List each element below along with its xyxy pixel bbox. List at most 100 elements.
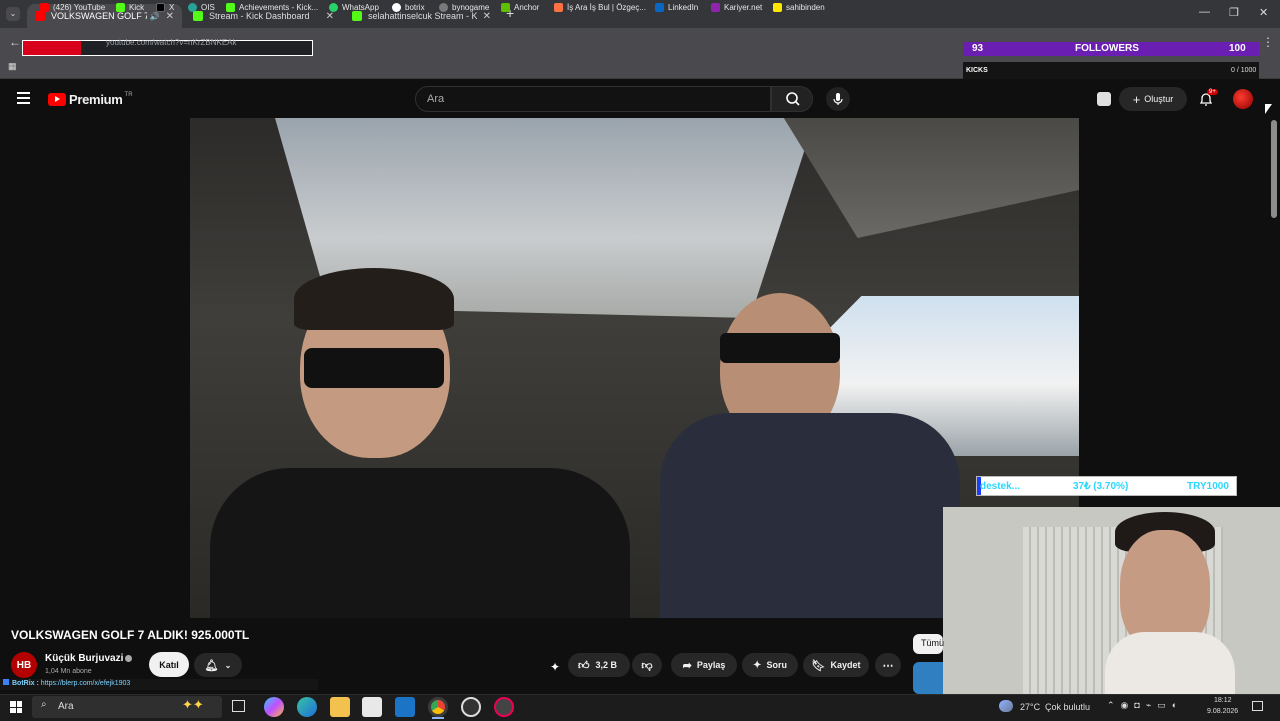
bookmark-linkedin[interactable]: LinkedIn xyxy=(655,3,698,12)
browser-menu-icon[interactable]: ⋮ xyxy=(1262,35,1274,49)
weather-icon xyxy=(999,700,1013,712)
bookmark-ois[interactable]: OIS xyxy=(188,3,215,12)
kick-icon xyxy=(352,11,362,21)
back-icon[interactable]: ← xyxy=(9,35,21,49)
bookmark-is-ara[interactable]: İş Ara İş Bul | Özgeç... xyxy=(554,3,646,12)
followers-label: FOLLOWERS xyxy=(1075,43,1139,54)
recommended-thumbnail[interactable] xyxy=(913,662,943,694)
botrix-icon xyxy=(392,3,401,12)
share-label: Paylaş xyxy=(696,660,726,670)
minimize-icon[interactable]: — xyxy=(1199,6,1210,18)
ai-sparkle-icon[interactable]: ✦ xyxy=(550,660,560,674)
notification-badge: 9+ xyxy=(1207,89,1218,95)
app-icon[interactable] xyxy=(494,697,514,717)
microphone-icon xyxy=(833,93,843,105)
restore-icon[interactable]: ❐ xyxy=(1229,6,1239,19)
voice-search-button[interactable] xyxy=(826,87,850,111)
copilot-icon[interactable] xyxy=(264,697,284,717)
bookmark-label: OIS xyxy=(201,3,215,12)
create-button[interactable]: + Oluştur xyxy=(1119,87,1187,111)
bookmark-label: Kariyer.net xyxy=(724,3,763,12)
close-window-icon[interactable]: ✕ xyxy=(1259,6,1268,19)
youtube-logo[interactable]: Premium TR xyxy=(48,92,133,107)
notifications-button[interactable]: 9+ xyxy=(1197,89,1218,108)
thumbs-up-icon: 👍︎ xyxy=(578,659,590,672)
webcam-feed xyxy=(943,507,1280,700)
subscription-bell-button[interactable]: 🔔︎ ⌄ xyxy=(194,653,242,677)
donation-percentage: 37₺ (3.70%) xyxy=(1073,481,1129,492)
bookmark-label: Achievements - Kick... xyxy=(239,3,319,12)
bell-icon: 🔔︎ xyxy=(204,659,219,672)
share-icon: ➦ xyxy=(682,659,692,672)
store-icon[interactable] xyxy=(362,697,382,717)
bookmark-sahibinden[interactable]: sahibinden xyxy=(773,3,825,12)
file-explorer-icon[interactable] xyxy=(330,697,350,717)
bookmark-kick[interactable]: Kick xyxy=(116,3,144,12)
more-actions-button[interactable]: ⋯ xyxy=(875,653,901,677)
address-url: youtube.com/watch?v=nKrZBNKEAk xyxy=(106,38,237,47)
person-left xyxy=(190,268,670,618)
sahibinden-icon xyxy=(773,3,782,12)
weather-description[interactable]: Çok bulutlu xyxy=(1045,702,1090,712)
search-icon: ⌕ xyxy=(41,699,47,710)
edge-icon[interactable] xyxy=(297,697,317,717)
save-button[interactable]: 🔖︎ Kaydet xyxy=(803,653,869,677)
bookmark-x[interactable]: X xyxy=(156,3,174,12)
bookmark-kariyer[interactable]: Kariyer.net xyxy=(711,3,762,12)
x-icon xyxy=(156,3,165,12)
ozgec-icon xyxy=(554,3,563,12)
close-tab-icon[interactable]: ✕ xyxy=(483,11,491,22)
close-tab-icon[interactable]: ✕ xyxy=(326,11,334,22)
ask-button[interactable]: ✦ Soru xyxy=(742,653,798,677)
botrix-link[interactable]: https://blerp.com/x/efejk1903 xyxy=(41,680,131,687)
hamburger-menu-icon[interactable] xyxy=(17,92,30,104)
taskbar-search-input[interactable]: ⌕ Ara ✦✦ xyxy=(32,696,222,718)
clock-date[interactable]: 9.08.2026 xyxy=(1207,708,1238,715)
close-tab-icon[interactable]: ✕ xyxy=(166,11,174,22)
obs-icon[interactable] xyxy=(461,697,481,717)
windows-start-icon[interactable] xyxy=(10,701,22,713)
like-button[interactable]: 👍︎ 3,2 B xyxy=(568,653,630,677)
bookmark-label: Kick xyxy=(129,3,145,12)
subscriber-count: 1,04 Mn abone xyxy=(45,668,92,675)
address-bar[interactable]: youtube.com/watch?v=nKrZBNKEAk xyxy=(22,38,313,56)
system-tray-icons[interactable]: ⌃◉◘⌁▭◐ xyxy=(1107,700,1183,711)
create-label: Oluştur xyxy=(1144,94,1174,104)
apps-icon[interactable]: ▦ xyxy=(8,61,17,72)
bookmark-label: WhatsApp xyxy=(342,3,379,12)
search-button[interactable] xyxy=(771,86,813,112)
bookmark-achievements[interactable]: Achievements - Kick... xyxy=(226,3,318,12)
filter-chip-all[interactable]: Tümü xyxy=(913,634,944,654)
tab-search-button[interactable]: ⌄ xyxy=(6,7,20,21)
join-button[interactable]: Katıl xyxy=(149,652,189,677)
search-input[interactable]: Ara xyxy=(415,86,771,112)
like-count: 3,2 B xyxy=(595,660,618,670)
bookmark-label: Anchor xyxy=(514,3,540,12)
weather-temperature[interactable]: 27°C xyxy=(1020,702,1040,712)
bookmark-bynogame[interactable]: bynogame xyxy=(439,3,489,12)
bookmark-anchor[interactable]: Anchor xyxy=(501,3,539,12)
cast-ai-icon[interactable] xyxy=(1097,92,1111,106)
bynogame-icon xyxy=(439,3,448,12)
avatar[interactable] xyxy=(1233,89,1253,109)
channel-name[interactable]: Küçük Burjuvazi xyxy=(45,653,123,664)
redaction-block xyxy=(23,41,81,55)
bookmark-whatsapp[interactable]: WhatsApp xyxy=(329,3,379,12)
share-button[interactable]: ➦ Paylaş xyxy=(671,653,737,677)
dislike-button[interactable]: 👎︎ xyxy=(632,653,662,677)
notification-center-icon[interactable] xyxy=(1252,701,1263,711)
bookmark-youtube[interactable]: (426) YouTube xyxy=(40,3,105,12)
outlook-icon[interactable] xyxy=(395,697,415,717)
bookmark-label: İş Ara İş Bul | Özgeç... xyxy=(567,3,646,12)
kick-icon xyxy=(226,3,235,12)
botrix-label: BotRix : xyxy=(12,680,39,687)
chrome-icon[interactable] xyxy=(428,697,448,717)
bookmark-botrix[interactable]: botrix xyxy=(392,3,425,12)
clock-time[interactable]: 18:12 xyxy=(1214,697,1232,704)
youtube-logo-text: Premium xyxy=(69,92,123,107)
bookmark-label: sahibinden xyxy=(786,3,825,12)
youtube-play-icon xyxy=(48,93,66,106)
channel-avatar[interactable]: HB xyxy=(11,652,37,678)
task-view-icon[interactable] xyxy=(232,700,245,712)
botrix-overlay: BotRix : https://blerp.com/x/efejk1903 xyxy=(0,679,318,690)
